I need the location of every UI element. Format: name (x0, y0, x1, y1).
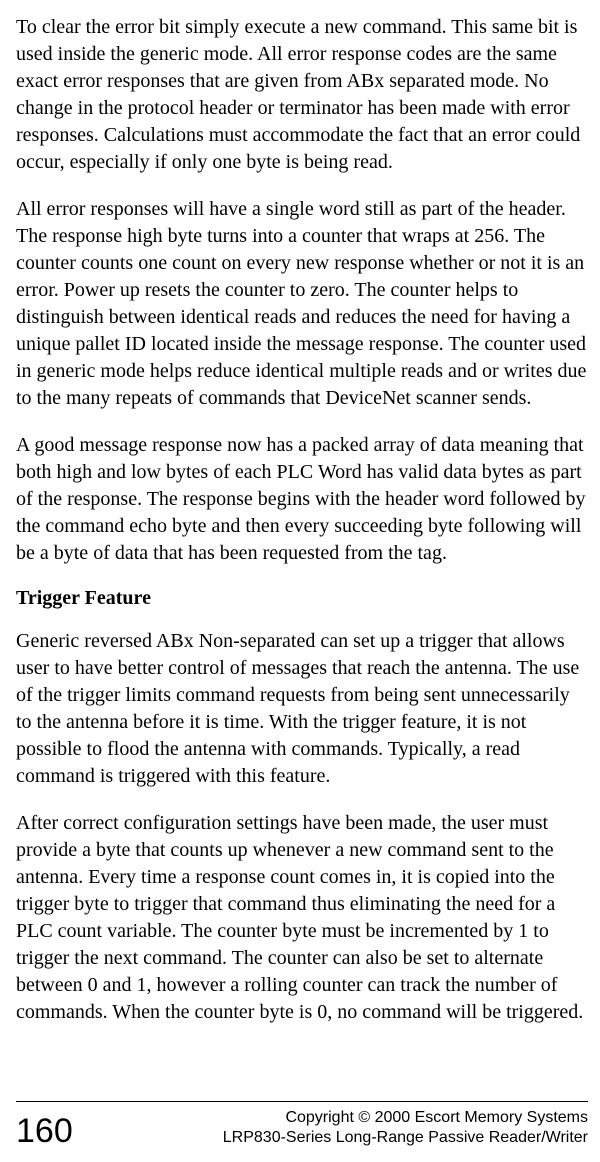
page-content: To clear the error bit simply execute a … (16, 14, 588, 1101)
copyright-line: Copyright © 2000 Escort Memory Systems (223, 1108, 588, 1128)
body-paragraph: All error responses will have a single w… (16, 196, 588, 412)
footer-text: Copyright © 2000 Escort Memory Systems L… (223, 1108, 588, 1148)
page-number: 160 (16, 1114, 73, 1148)
body-paragraph: Generic reversed ABx Non-separated can s… (16, 628, 588, 790)
page-footer: 160 Copyright © 2000 Escort Memory Syste… (16, 1101, 588, 1162)
document-page: To clear the error bit simply execute a … (0, 0, 600, 1162)
product-line: LRP830-Series Long-Range Passive Reader/… (223, 1128, 588, 1148)
body-paragraph: After correct configuration settings hav… (16, 810, 588, 1026)
section-heading: Trigger Feature (16, 587, 588, 610)
body-paragraph: A good message response now has a packed… (16, 432, 588, 567)
body-paragraph: To clear the error bit simply execute a … (16, 14, 588, 176)
